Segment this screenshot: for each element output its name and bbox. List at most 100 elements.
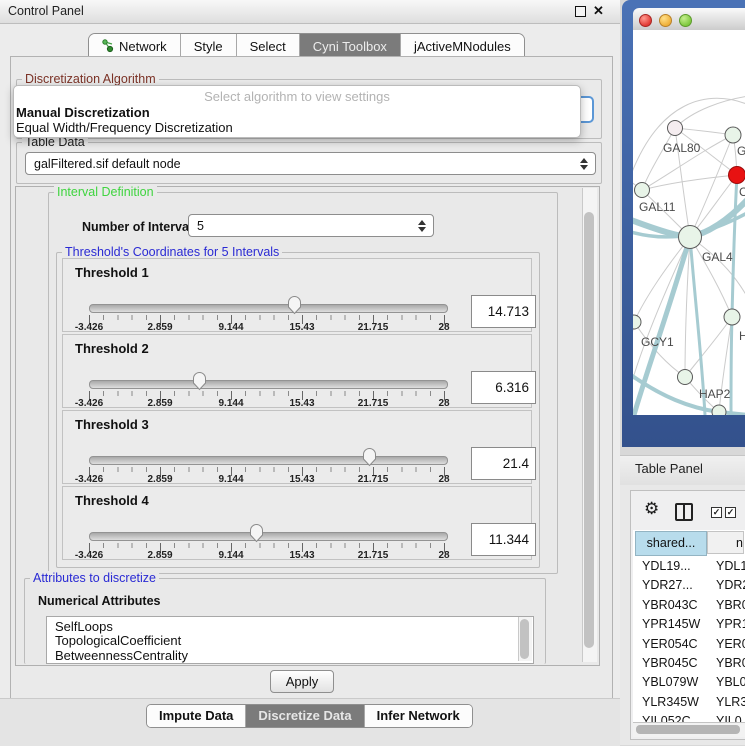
spinner-icon	[580, 158, 588, 170]
gear-icon[interactable]: ⚙	[644, 499, 659, 519]
list-item[interactable]: BetweennessCentrality	[55, 648, 188, 663]
slider-track[interactable]	[89, 456, 448, 465]
checked-checkbox-icon[interactable]: ✓	[711, 507, 722, 518]
zoom-traffic-light[interactable]	[679, 14, 692, 27]
tab-label: jActiveMNodules	[414, 35, 511, 58]
table-cell[interactable]: YPR1	[716, 617, 745, 631]
tick-label: 15.43	[289, 398, 314, 409]
split-columns-icon[interactable]	[675, 503, 693, 521]
table-cell[interactable]: YIL052C	[642, 714, 691, 722]
tab-select[interactable]: Select	[237, 34, 300, 58]
threshold-label: Threshold 3	[75, 417, 149, 432]
node-label: C	[739, 185, 745, 199]
threshold-value-field[interactable]: 11.344	[471, 523, 536, 556]
threshold-value-field[interactable]: 14.713	[471, 295, 536, 328]
network-graph: GAL80 G C GAL11 GAL4 GCY1 H HAP2	[633, 30, 745, 415]
table-cell[interactable]: YBL079W	[642, 675, 698, 689]
slider-thumb[interactable]	[362, 447, 377, 467]
tab-cyni-toolbox[interactable]: Cyni Toolbox	[300, 34, 401, 58]
node-h[interactable]	[724, 309, 740, 325]
table-cell[interactable]: YBR045C	[642, 656, 698, 670]
slider-ticks-major	[89, 315, 447, 324]
tab-discretize-data[interactable]: Discretize Data	[246, 705, 364, 727]
float-window-icon[interactable]	[575, 6, 586, 17]
column-header-name[interactable]: n	[707, 531, 744, 554]
network-canvas[interactable]: GAL80 G C GAL11 GAL4 GCY1 H HAP2	[633, 30, 745, 415]
node-selected-red[interactable]	[729, 167, 745, 184]
num-intervals-value: 5	[197, 219, 204, 233]
num-intervals-label: Number of Intervals	[82, 220, 199, 234]
popup-option-manual[interactable]: Manual Discretization	[16, 105, 150, 120]
close-icon[interactable]: ✕	[593, 3, 604, 19]
close-traffic-light[interactable]	[639, 14, 652, 27]
tab-style[interactable]: Style	[181, 34, 237, 58]
tab-impute-data[interactable]: Impute Data	[147, 705, 246, 727]
tab-network[interactable]: Network	[89, 34, 181, 58]
horizontal-scrollbar-thumb[interactable]	[636, 725, 740, 734]
slider-thumb[interactable]	[249, 523, 264, 543]
tick-label: -3.426	[75, 398, 103, 409]
vertical-scrollbar-thumb[interactable]	[584, 212, 594, 648]
table-cell[interactable]: YER0	[716, 637, 745, 651]
table-cell[interactable]: YDR2	[716, 578, 745, 592]
table-cell[interactable]: YLR3	[716, 695, 745, 709]
threshold-row: Threshold 2 -3.426 2.859 9.144 15.43 21.…	[62, 334, 532, 408]
tick-label: 21.715	[358, 322, 389, 333]
threshold-label: Threshold 4	[75, 493, 149, 508]
table-cell[interactable]: YBR0	[716, 656, 745, 670]
table-rows: YDL19... YDL1 YDR27... YDR2 YBR043C YBR0…	[633, 556, 745, 722]
tab-label: Select	[250, 35, 286, 58]
node-top-right[interactable]	[725, 127, 741, 143]
node-gal4[interactable]	[679, 226, 702, 249]
slider-ticks-major	[89, 391, 447, 400]
slider-ticks-major	[89, 467, 447, 476]
spinner-icon	[418, 220, 426, 232]
slider-ticks-major	[89, 543, 447, 552]
table-cell[interactable]: YDR27...	[642, 578, 693, 592]
table-cell[interactable]: YDL19...	[642, 559, 691, 573]
tick-label: 2.859	[147, 474, 172, 485]
table-cell[interactable]: YLR345W	[642, 695, 699, 709]
tick-label: 28	[438, 322, 449, 333]
popup-option-equal-width[interactable]: Equal Width/Frequency Discretization	[16, 120, 233, 135]
tick-label: 21.715	[358, 474, 389, 485]
checked-checkbox-icon[interactable]: ✓	[725, 507, 736, 518]
table-cell[interactable]: YIL0	[716, 714, 742, 722]
table-cell[interactable]: YBL0	[716, 675, 745, 689]
list-item[interactable]: SelfLoops	[55, 619, 113, 634]
threshold-value-field[interactable]: 21.4	[471, 447, 536, 480]
tab-infer-network[interactable]: Infer Network	[365, 705, 472, 727]
table-cell[interactable]: YER054C	[642, 637, 698, 651]
node-bottom[interactable]	[712, 405, 726, 415]
list-item[interactable]: TopologicalCoefficient	[55, 633, 181, 648]
apply-button[interactable]: Apply	[270, 670, 334, 693]
table-cell[interactable]: YBR043C	[642, 598, 698, 612]
threshold-row: Threshold 4 -3.426 2.859 9.144 15.43 21.…	[62, 486, 532, 560]
tab-jactivemnodules[interactable]: jActiveMNodules	[401, 34, 524, 58]
node-gal11[interactable]	[635, 183, 650, 198]
tick-label: 15.43	[289, 550, 314, 561]
top-tabbar: Network Style Select Cyni Toolbox jActiv…	[88, 33, 525, 58]
attributes-scrollbar-thumb[interactable]	[520, 619, 529, 659]
slider-track[interactable]	[89, 380, 448, 389]
slider-thumb[interactable]	[192, 371, 207, 391]
table-cell[interactable]: YPR145W	[642, 617, 700, 631]
node-gcy1[interactable]	[633, 315, 641, 329]
table-cell[interactable]: YDL1	[716, 559, 745, 573]
node-label: GAL4	[702, 250, 733, 264]
tick-label: 2.859	[147, 398, 172, 409]
table-cell[interactable]: YBR0	[716, 598, 745, 612]
node-hap2[interactable]	[678, 370, 693, 385]
slider-track[interactable]	[89, 532, 448, 541]
node-gal80[interactable]	[668, 121, 683, 136]
column-header-shared[interactable]: shared...	[635, 531, 707, 556]
table-data-combobox[interactable]: galFiltered.sif default node	[25, 152, 596, 175]
num-intervals-combobox[interactable]: 5	[188, 214, 434, 237]
node-label: HAP2	[699, 387, 731, 401]
slider-thumb[interactable]	[287, 295, 302, 315]
slider-track[interactable]	[89, 304, 448, 313]
node-label: GAL11	[639, 200, 676, 214]
minimize-traffic-light[interactable]	[659, 14, 672, 27]
threshold-value-field[interactable]: 6.316	[471, 371, 536, 404]
attributes-list: SelfLoops TopologicalCoefficient Between…	[46, 616, 534, 664]
